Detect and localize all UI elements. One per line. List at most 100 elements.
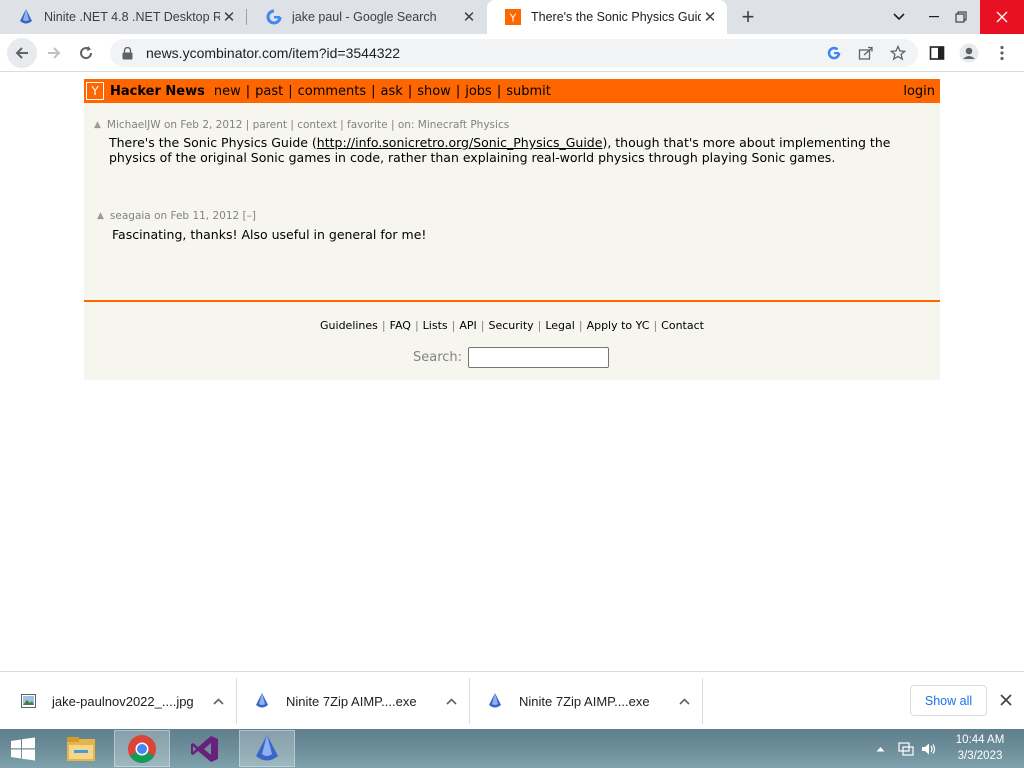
- chevron-up-icon[interactable]: [446, 694, 457, 708]
- back-arrow-icon: [15, 47, 28, 59]
- chevron-up-icon[interactable]: [679, 694, 690, 708]
- kebab-menu-icon[interactable]: [992, 43, 1012, 63]
- hn-logo[interactable]: Y: [86, 82, 104, 100]
- network-icon[interactable]: [898, 729, 914, 768]
- address-bar[interactable]: news.ycombinator.com/item?id=3544322: [110, 39, 918, 67]
- download-item[interactable]: Ninite 7Zip AIMP....exe: [487, 672, 702, 730]
- tab-title: Ninite .NET 4.8 .NET Desktop Ru: [44, 10, 220, 24]
- close-icon[interactable]: [996, 690, 1016, 710]
- tab-close-icon[interactable]: ✕: [220, 8, 238, 26]
- system-clock[interactable]: 10:44 AM 3/3/2023: [950, 732, 1010, 764]
- nav-separator: |: [288, 83, 293, 99]
- start-button[interactable]: [0, 730, 46, 767]
- footer-link-legal[interactable]: Legal: [545, 319, 574, 332]
- visual-studio-icon: [191, 735, 218, 762]
- footer-separator: |: [381, 319, 386, 332]
- download-shelf: jake-paulnov2022_....jpg Ninite 7Zip AIM…: [0, 671, 1024, 729]
- side-panel-icon[interactable]: [927, 43, 947, 63]
- nav-separator: |: [371, 83, 376, 99]
- comment-link[interactable]: http://info.sonicretro.org/Sonic_Physics…: [317, 135, 603, 150]
- back-button[interactable]: [7, 38, 37, 68]
- comment-user[interactable]: seagaia: [110, 210, 151, 222]
- share-icon[interactable]: [856, 43, 876, 63]
- google-lens-icon[interactable]: [824, 43, 844, 63]
- show-all-button[interactable]: Show all: [910, 685, 987, 716]
- tab-close-icon[interactable]: ✕: [460, 8, 478, 26]
- footer-separator: |: [578, 319, 583, 332]
- chrome-icon: [128, 734, 156, 763]
- download-item[interactable]: Ninite 7Zip AIMP....exe: [254, 672, 469, 730]
- show-hidden-icons-chevron-icon[interactable]: [876, 729, 885, 768]
- comment-head: ▲ MichaelJW on Feb 2, 2012 | parent | co…: [94, 119, 894, 131]
- footer-link-faq[interactable]: FAQ: [390, 319, 411, 332]
- ninite-taskbar[interactable]: [239, 730, 295, 767]
- upvote-arrow-icon[interactable]: ▲: [94, 120, 101, 130]
- comment-reply: ▲ seagaia on Feb 11, 2012 [–] Fascinatin…: [97, 210, 897, 242]
- tab-divider: [246, 9, 247, 25]
- visual-studio-taskbar[interactable]: [177, 730, 233, 767]
- download-filename: Ninite 7Zip AIMP....exe: [286, 693, 417, 709]
- tab-google-search[interactable]: jake paul - Google Search ✕: [248, 0, 486, 34]
- login-link[interactable]: login: [903, 84, 935, 99]
- profile-avatar-icon[interactable]: [959, 43, 979, 63]
- chrome-taskbar[interactable]: [114, 730, 170, 767]
- tab-ninite[interactable]: Ninite .NET 4.8 .NET Desktop Ru ✕: [0, 0, 246, 34]
- download-divider: [702, 678, 703, 724]
- nav-ask[interactable]: ask: [381, 84, 403, 99]
- window-close-button[interactable]: [980, 0, 1024, 34]
- nav-separator: |: [407, 83, 413, 99]
- tab-close-icon[interactable]: ✕: [701, 8, 719, 26]
- forward-button[interactable]: [39, 38, 69, 68]
- search-label: Search:: [413, 350, 463, 365]
- comment-text-line: physics of the original Sonic games in c…: [109, 150, 836, 165]
- tab-hacker-news[interactable]: Y There's the Sonic Physics Guide ( ✕: [487, 0, 727, 34]
- nav-comments[interactable]: comments: [298, 84, 367, 99]
- file-explorer-taskbar[interactable]: [53, 730, 109, 767]
- windows-taskbar: 10:44 AM 3/3/2023: [0, 729, 1024, 768]
- volume-icon[interactable]: [921, 729, 937, 768]
- comment-user[interactable]: MichaelJW: [107, 119, 161, 131]
- nav-separator: |: [245, 83, 251, 99]
- url-text: news.ycombinator.com/item?id=3544322: [146, 45, 401, 61]
- footer-link-apply[interactable]: Apply to YC: [587, 319, 650, 332]
- download-item[interactable]: jake-paulnov2022_....jpg: [20, 672, 236, 730]
- ninite-icon: [487, 693, 503, 709]
- clock-date: 3/3/2023: [957, 750, 1003, 762]
- google-icon: [266, 9, 282, 25]
- comment-head: ▲ seagaia on Feb 11, 2012 [–]: [97, 210, 897, 222]
- footer-divider: [84, 300, 940, 302]
- browser-toolbar: news.ycombinator.com/item?id=3544322: [0, 34, 1024, 72]
- nav-new[interactable]: new: [214, 84, 241, 99]
- nav-jobs[interactable]: jobs: [465, 84, 492, 99]
- comment-meta[interactable]: on Feb 2, 2012 | parent | context | favo…: [164, 119, 509, 131]
- hn-site-title[interactable]: Hacker News: [110, 84, 205, 99]
- nav-show[interactable]: show: [417, 84, 451, 99]
- chevron-up-icon[interactable]: [213, 694, 224, 708]
- download-filename: jake-paulnov2022_....jpg: [52, 693, 194, 709]
- footer-link-api[interactable]: API: [459, 319, 476, 332]
- reload-icon: [80, 46, 93, 60]
- restore-button[interactable]: [938, 0, 984, 34]
- footer-separator: |: [537, 319, 542, 332]
- nav-past[interactable]: past: [255, 84, 283, 99]
- comment-meta[interactable]: on Feb 11, 2012 [–]: [154, 210, 256, 222]
- footer-link-guidelines[interactable]: Guidelines: [320, 319, 378, 332]
- ninite-icon: [254, 693, 270, 709]
- folder-icon: [67, 736, 95, 761]
- reload-button[interactable]: [71, 38, 101, 68]
- footer-link-security[interactable]: Security: [488, 319, 533, 332]
- footer-links: Guidelines | FAQ | Lists | API | Security | Legal |…: [84, 319, 940, 332]
- footer-link-contact[interactable]: Contact: [661, 319, 704, 332]
- nav-separator: |: [455, 83, 461, 99]
- bookmark-star-icon[interactable]: [888, 43, 908, 63]
- download-divider: [236, 678, 237, 724]
- nav-submit[interactable]: submit: [506, 84, 551, 99]
- upvote-arrow-icon[interactable]: ▲: [97, 211, 104, 221]
- search-input[interactable]: [468, 347, 610, 368]
- footer-link-lists[interactable]: Lists: [423, 319, 448, 332]
- clock-time: 10:44 AM: [955, 734, 1005, 746]
- lock-icon: [120, 46, 134, 60]
- download-divider: [469, 678, 470, 724]
- hn-header: Y Hacker News new | past | comments | ask | show…: [84, 79, 940, 103]
- new-tab-button[interactable]: +: [736, 4, 760, 29]
